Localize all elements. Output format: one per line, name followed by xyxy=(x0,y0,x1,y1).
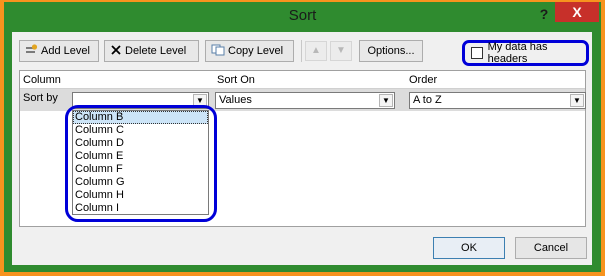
column-dropdown-list[interactable]: Column B Column C Column D Column E Colu… xyxy=(72,110,209,215)
delete-level-label: Delete Level xyxy=(125,45,187,57)
headers-checkbox-highlight[interactable]: My data has headers xyxy=(462,40,589,66)
dropdown-option[interactable]: Column I xyxy=(73,202,208,215)
dropdown-option[interactable]: Column E xyxy=(73,150,208,163)
order-combo-value: A to Z xyxy=(413,94,442,106)
sort-on-header: Sort On xyxy=(217,74,255,86)
move-up-button[interactable]: ▲ xyxy=(305,41,327,61)
cancel-button[interactable]: Cancel xyxy=(515,237,587,259)
column-header: Column xyxy=(23,74,61,86)
sort-levels-grid: Column Sort On Order Sort by ▼ Values ▼ … xyxy=(19,70,586,227)
dialog-body: Add Level Delete Level Copy Level ▲ ▼ Op… xyxy=(12,32,592,265)
chevron-down-icon[interactable]: ▼ xyxy=(570,94,584,107)
copy-level-label: Copy Level xyxy=(228,45,284,57)
close-button[interactable]: X xyxy=(555,2,599,22)
help-button[interactable]: ? xyxy=(536,4,552,24)
ok-button[interactable]: OK xyxy=(433,237,505,259)
sort-on-combo-value: Values xyxy=(219,94,252,106)
sort-on-combo[interactable]: Values ▼ xyxy=(215,92,395,109)
dialog-title: Sort xyxy=(288,7,317,24)
order-combo[interactable]: A to Z ▼ xyxy=(409,92,586,109)
sort-by-label: Sort by xyxy=(23,92,58,104)
dropdown-option[interactable]: Column D xyxy=(73,137,208,150)
add-level-label: Add Level xyxy=(41,45,90,57)
order-header: Order xyxy=(409,74,438,86)
delete-level-button[interactable]: Delete Level xyxy=(104,40,199,62)
dropdown-option[interactable]: Column H xyxy=(73,189,208,202)
options-label: Options... xyxy=(367,45,415,57)
chevron-down-icon[interactable]: ▼ xyxy=(193,94,207,107)
delete-x-icon xyxy=(110,44,122,59)
add-level-button[interactable]: Add Level xyxy=(19,40,99,62)
dropdown-option[interactable]: Column F xyxy=(73,163,208,176)
move-down-button[interactable]: ▼ xyxy=(330,41,352,61)
toolbar-separator xyxy=(301,40,302,62)
title-bar: Sort ? X xyxy=(4,2,601,30)
headers-checkbox[interactable] xyxy=(471,47,483,59)
dropdown-option[interactable]: Column G xyxy=(73,176,208,189)
dropdown-option[interactable]: Column B xyxy=(73,111,208,124)
sort-dialog-window: Sort ? X Add Level Delete Level Copy Lev… xyxy=(4,2,601,272)
move-up-icon: ▲ xyxy=(311,45,321,56)
headers-checkbox-label: My data has headers xyxy=(487,41,548,65)
column-combo[interactable]: ▼ xyxy=(72,92,209,109)
add-level-icon xyxy=(25,43,38,59)
move-down-icon: ▼ xyxy=(336,45,346,56)
dropdown-option[interactable]: Column C xyxy=(73,124,208,137)
options-button[interactable]: Options... xyxy=(359,40,423,62)
chevron-down-icon[interactable]: ▼ xyxy=(379,94,393,107)
copy-icon xyxy=(211,44,225,59)
copy-level-button[interactable]: Copy Level xyxy=(205,40,294,62)
